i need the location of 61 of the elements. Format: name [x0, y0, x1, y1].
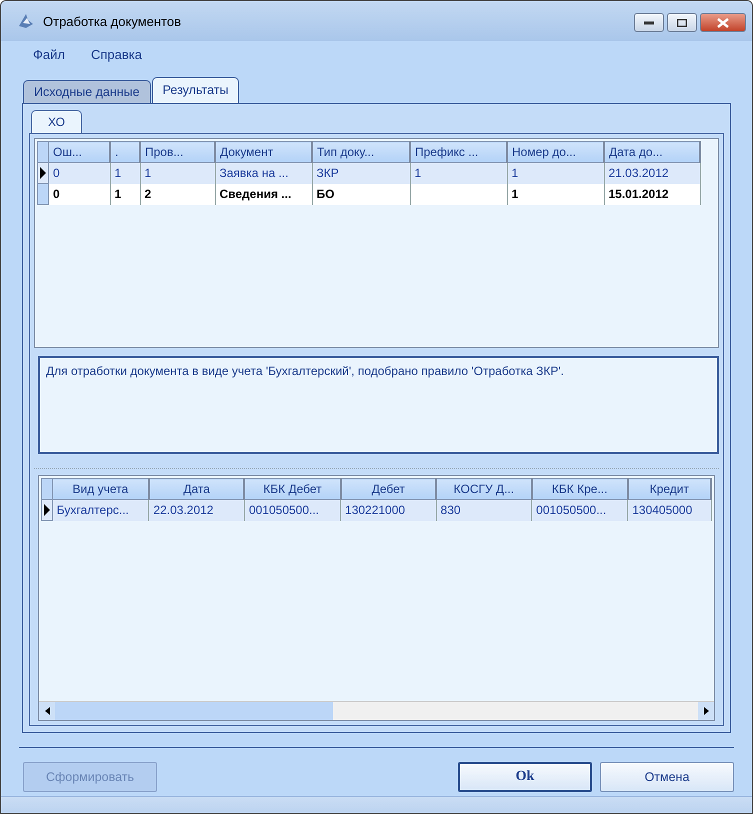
table-cell: 001050500...	[536, 503, 606, 518]
column-header[interactable]: Дебет	[340, 478, 436, 500]
table-cell: 15.01.2012	[608, 187, 669, 201]
column-header[interactable]: Номер до...	[507, 142, 604, 162]
table-cell: ЗКР	[316, 166, 339, 180]
horizontal-scrollbar[interactable]	[39, 701, 714, 720]
table-cell: БО	[316, 187, 334, 201]
header-corner	[38, 142, 48, 162]
minimize-button[interactable]	[634, 13, 664, 32]
table-cell: 1	[414, 166, 422, 180]
table-cell: 1	[512, 187, 518, 201]
table-row[interactable]: 0 1 1 Заявка на ... ЗКР 1 1 21.03.2012	[38, 162, 700, 184]
close-icon	[717, 18, 729, 28]
tab[interactable]: Результаты	[152, 77, 240, 103]
message-text: Для отработки документа в виде учета 'Бухгалтерский', подобрано правило 'Отработка ЗКР'.	[46, 364, 564, 378]
column-header[interactable]: Дата до...	[604, 142, 700, 162]
table-cell: 130405000	[632, 503, 692, 518]
column-header[interactable]: Ош...	[48, 142, 110, 162]
tab[interactable]: Исходные данные	[23, 80, 151, 103]
maximize-button[interactable]	[667, 13, 697, 32]
column-header[interactable]: Префикс ...	[410, 142, 507, 162]
column-header[interactable]: Вид учета	[52, 478, 149, 500]
table-cell: 1	[114, 187, 122, 201]
column-header[interactable]: КБК Дебет	[244, 478, 341, 500]
table-cell: 1	[512, 166, 518, 180]
table-cell: 130221000	[345, 503, 406, 518]
scroll-left-icon[interactable]	[44, 707, 50, 715]
table-cell: 22.03.2012	[153, 503, 214, 518]
column-header[interactable]: .	[110, 142, 140, 162]
column-header[interactable]: Кредит	[628, 478, 711, 500]
column-header[interactable]: КБК Кре...	[532, 478, 628, 500]
column-header[interactable]: Дата	[148, 478, 244, 500]
table-cell: 21.03.2012	[608, 166, 669, 180]
table-cell: 1	[114, 166, 122, 180]
dialog-button[interactable]: Ok	[458, 762, 592, 792]
column-header[interactable]: КОСГУ Д...	[436, 478, 532, 500]
table-cell: 1	[144, 166, 152, 180]
dialog-button[interactable]: Отмена	[600, 762, 734, 792]
tab[interactable]: ХО	[31, 110, 82, 133]
table-row[interactable]: 0 1 2 Сведения ... БО 1 15.01.2012	[38, 184, 700, 204]
table-cell: 0	[53, 187, 60, 201]
table-cell: Бухгалтерс...	[56, 503, 129, 518]
table-cell: Сведения ...	[220, 187, 292, 201]
table-cell: 2	[144, 187, 152, 201]
menu-item[interactable]: Справка	[90, 47, 142, 67]
window-title: Отработка документов	[43, 14, 182, 28]
app-icon	[17, 12, 35, 30]
minimize-icon	[644, 20, 654, 24]
header-corner	[42, 478, 52, 500]
close-button[interactable]	[700, 13, 746, 32]
maximize-icon	[677, 18, 687, 26]
table-cell: Заявка на ...	[220, 166, 288, 180]
column-header[interactable]: Пров...	[140, 142, 215, 162]
table-cell: 830	[440, 503, 461, 518]
table-cell: 0	[53, 166, 60, 180]
column-header[interactable]: Тип доку...	[312, 142, 410, 162]
table-row[interactable]: Бухгалтерс... 22.03.2012 001050500... 130221000 830 001050500... 130405000	[42, 500, 711, 520]
scroll-right-icon[interactable]	[704, 707, 708, 715]
column-header[interactable]: Документ	[215, 142, 312, 162]
menu-item[interactable]: Файл	[33, 47, 65, 67]
table-cell: 001050500...	[248, 503, 320, 518]
